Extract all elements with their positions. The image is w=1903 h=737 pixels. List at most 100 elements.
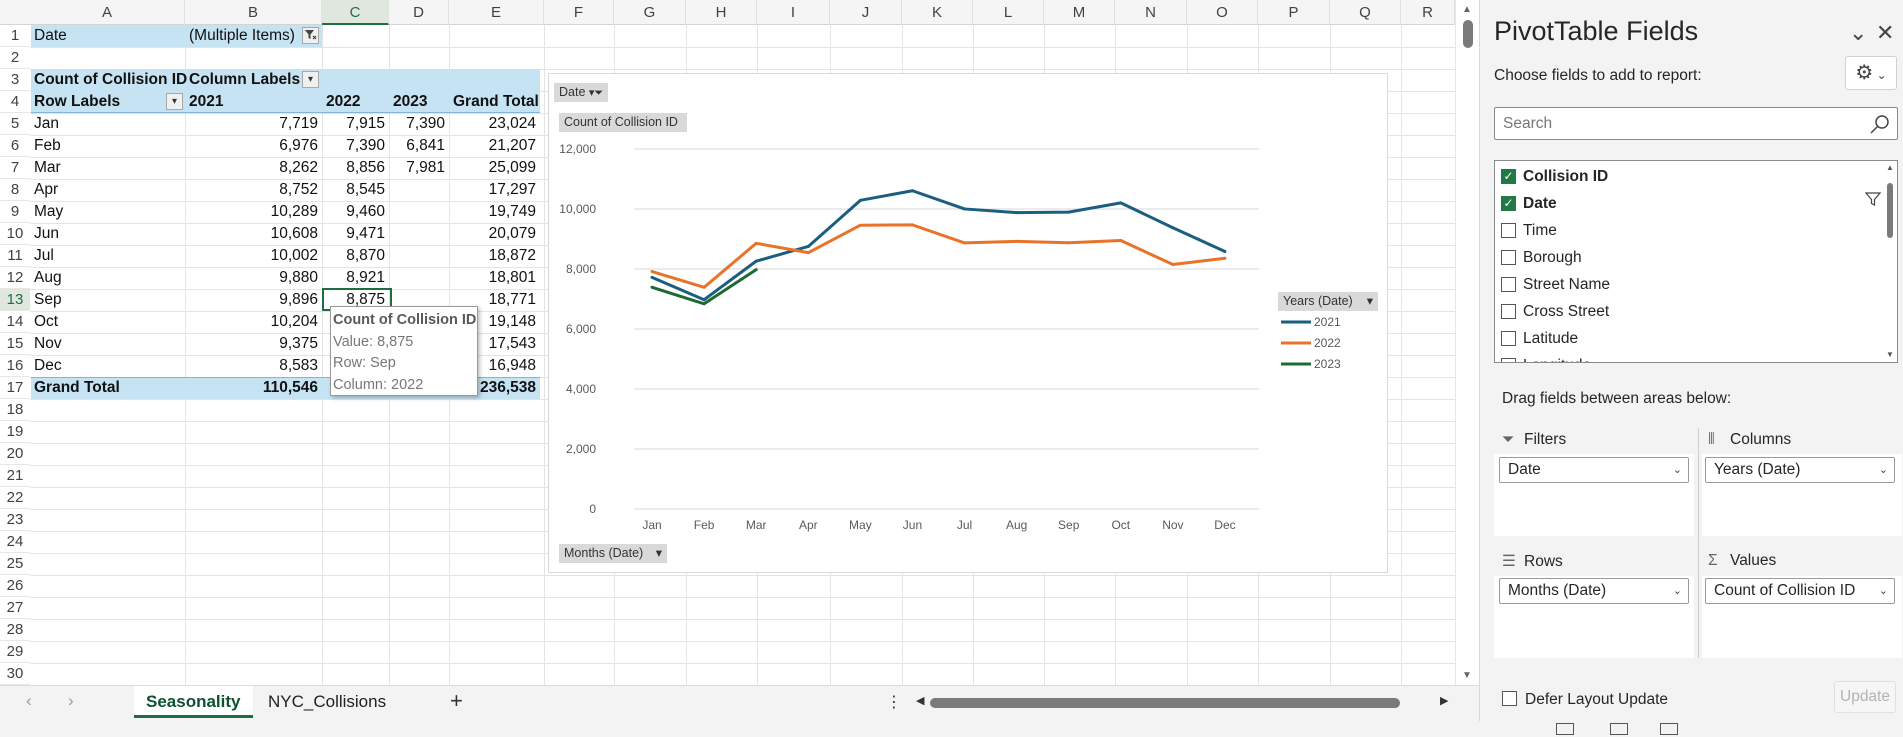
column-header-B[interactable]: B <box>185 0 322 25</box>
column-header-H[interactable]: H <box>686 0 757 25</box>
row-header-2[interactable]: 2 <box>0 47 30 69</box>
row-header-5[interactable]: 5 <box>0 113 30 135</box>
data-point-2021-May[interactable] <box>858 198 862 202</box>
scroll-down-icon[interactable]: ▼ <box>1886 350 1894 359</box>
data-point-2021-Nov[interactable] <box>1171 226 1175 230</box>
column-header-L[interactable]: L <box>973 0 1044 25</box>
field-checkbox[interactable]: ✓ <box>1501 169 1516 184</box>
filters-field-date[interactable]: Date ⌄ <box>1499 457 1689 483</box>
row-header-6[interactable]: 6 <box>0 135 30 157</box>
row-header-20[interactable]: 20 <box>0 443 30 465</box>
scroll-up-icon[interactable]: ▲ <box>1886 163 1894 172</box>
data-point-2022-Jun[interactable] <box>910 223 914 227</box>
next-sheet-icon[interactable]: › <box>68 691 74 711</box>
column-header-J[interactable]: J <box>830 0 902 25</box>
row-header-17[interactable]: 17 <box>0 377 30 399</box>
data-point-2021-Sep[interactable] <box>1067 210 1071 214</box>
row-header-30[interactable]: 30 <box>0 663 30 685</box>
legend-label-2021[interactable]: 2021 <box>1314 315 1341 329</box>
horizontal-scrollbar[interactable]: ◀ ▶ <box>916 694 1456 712</box>
row-header-24[interactable]: 24 <box>0 531 30 553</box>
row-header-26[interactable]: 26 <box>0 575 30 597</box>
field-checkbox[interactable] <box>1501 250 1516 265</box>
series-line-2021[interactable] <box>651 189 1226 302</box>
data-point-2023-Jan[interactable] <box>650 285 654 289</box>
row-header-11[interactable]: 11 <box>0 245 30 267</box>
data-point-2022-Jul[interactable] <box>963 241 967 245</box>
column-header-I[interactable]: I <box>757 0 830 25</box>
field-checkbox[interactable] <box>1501 304 1516 319</box>
data-point-2022-May[interactable] <box>858 223 862 227</box>
more-options-icon[interactable]: ⋮ <box>886 692 902 712</box>
scroll-right-icon[interactable]: ▶ <box>1440 694 1448 707</box>
column-header-G[interactable]: G <box>614 0 686 25</box>
data-point-2023-Mar[interactable] <box>754 268 758 272</box>
column-header-A[interactable]: A <box>30 0 185 25</box>
field-checkbox[interactable] <box>1501 223 1516 238</box>
row-header-1[interactable]: 1 <box>0 25 30 47</box>
row-header-23[interactable]: 23 <box>0 509 30 531</box>
row-header-13[interactable]: 13 <box>0 289 30 311</box>
field-search-input[interactable]: Search <box>1494 107 1898 140</box>
pivot-chart[interactable]: Date ▾⏷ Count of Collision ID 0 2,000 4,00… <box>548 73 1388 573</box>
row-header-15[interactable]: 15 <box>0 333 30 355</box>
scroll-left-icon[interactable]: ◀ <box>916 694 924 707</box>
row-header-27[interactable]: 27 <box>0 597 30 619</box>
data-point-2021-Oct[interactable] <box>1119 201 1123 205</box>
data-point-2022-Aug[interactable] <box>1015 239 1019 243</box>
data-point-2022-Oct[interactable] <box>1119 239 1123 242</box>
date-filter-icon[interactable] <box>1864 191 1882 212</box>
chart-axis-field-button[interactable]: Months (Date) ▾ <box>559 544 667 563</box>
data-point-2021-Feb[interactable] <box>702 298 706 302</box>
data-point-2021-Jan[interactable] <box>650 275 654 279</box>
series-line-2022[interactable] <box>651 223 1226 289</box>
data-point-2021-Dec[interactable] <box>1223 250 1227 254</box>
field-checkbox[interactable] <box>1501 277 1516 292</box>
column-header-M[interactable]: M <box>1044 0 1115 25</box>
row-header-7[interactable]: 7 <box>0 157 30 179</box>
data-point-2022-Apr[interactable] <box>806 251 810 255</box>
column-header-D[interactable]: D <box>389 0 449 25</box>
add-sheet-icon[interactable]: + <box>450 688 463 714</box>
data-point-2021-Jul[interactable] <box>963 207 967 211</box>
data-point-2021-Jun[interactable] <box>910 189 914 193</box>
legend-label-2023[interactable]: 2023 <box>1314 357 1341 371</box>
chart-legend-field-button[interactable]: Years (Date) ▾ <box>1278 292 1378 311</box>
field-list[interactable]: ✓ Collision ID ✓ Date Time Borough Street Name… <box>1494 160 1898 363</box>
column-header-O[interactable]: O <box>1187 0 1258 25</box>
data-point-2022-Nov[interactable] <box>1171 263 1175 266</box>
close-icon[interactable]: ✕ <box>1876 20 1894 46</box>
row-header-3[interactable]: 3 <box>0 69 30 91</box>
field-checkbox[interactable] <box>1501 331 1516 346</box>
vertical-scrollbar[interactable]: ▲ ▼ <box>1455 0 1479 685</box>
column-header-E[interactable]: E <box>449 0 544 25</box>
defer-layout-update[interactable]: Defer Layout Update <box>1502 689 1668 709</box>
column-header-K[interactable]: K <box>902 0 973 25</box>
row-header-10[interactable]: 10 <box>0 223 30 245</box>
row-header-22[interactable]: 22 <box>0 487 30 509</box>
prev-sheet-icon[interactable]: ‹ <box>26 691 32 711</box>
data-point-2023-Feb[interactable] <box>702 302 706 306</box>
row-header-4[interactable]: 4 <box>0 91 30 113</box>
data-point-2021-Mar[interactable] <box>754 259 758 263</box>
row-header-8[interactable]: 8 <box>0 179 30 201</box>
filter-field-value[interactable]: (Multiple Items) <box>185 25 299 47</box>
field-list-scrollbar[interactable]: ▲ ▼ <box>1883 161 1897 362</box>
horizontal-scroll-thumb[interactable] <box>930 698 1400 708</box>
row-header-18[interactable]: 18 <box>0 399 30 421</box>
column-header-N[interactable]: N <box>1115 0 1187 25</box>
page-layout-icon[interactable] <box>1610 723 1628 735</box>
column-header-C[interactable]: C <box>322 0 389 25</box>
row-labels-dropdown[interactable]: ▾ <box>166 93 183 110</box>
field-list-scroll-thumb[interactable] <box>1887 183 1893 238</box>
vertical-scroll-thumb[interactable] <box>1463 20 1473 48</box>
row-header-28[interactable]: 28 <box>0 619 30 641</box>
spreadsheet-grid[interactable]: ABCDEFGHIJKLMNOPQR 1 2 3 4 5 6 7 8 9 10 11 12 13 14 15… <box>0 0 1455 685</box>
column-header-F[interactable]: F <box>544 0 614 25</box>
row-header-16[interactable]: 16 <box>0 355 30 377</box>
data-point-2022-Dec[interactable] <box>1223 256 1227 260</box>
tab-seasonality[interactable]: Seasonality <box>134 686 253 718</box>
scroll-down-icon[interactable]: ▼ <box>1462 670 1472 681</box>
data-point-2022-Feb[interactable] <box>702 285 706 289</box>
field-list-settings-button[interactable]: ⚙ ⌄ <box>1845 56 1897 90</box>
